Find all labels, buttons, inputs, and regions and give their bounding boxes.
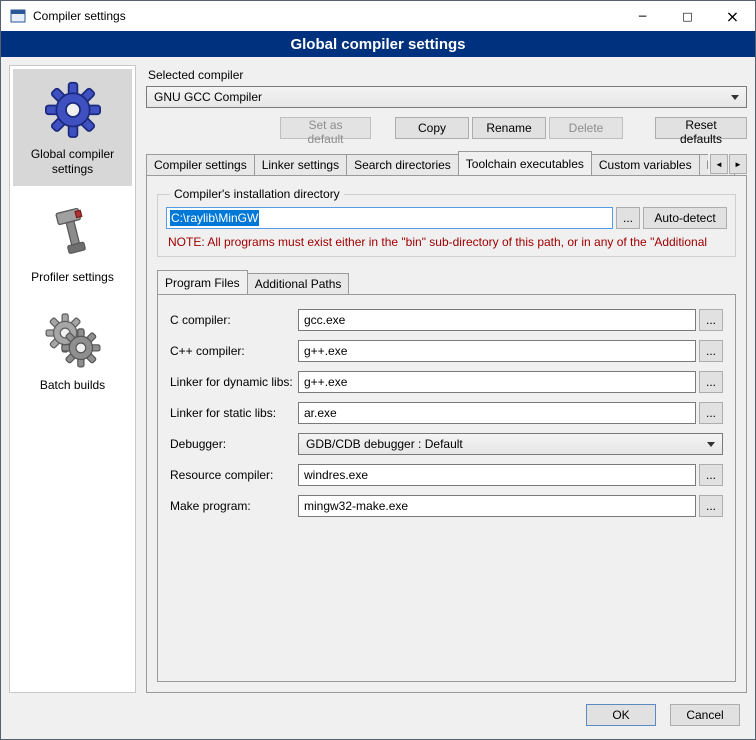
field-label: C compiler: — [170, 313, 298, 327]
install-dir-browse-button[interactable]: ... — [616, 207, 640, 229]
chevron-down-icon — [707, 442, 715, 447]
form-row-make-program: Make program: ... — [170, 495, 723, 517]
form-row-cpp-compiler: C++ compiler: ... — [170, 340, 723, 362]
toolchain-executables-panel: Compiler's installation directory C:\ray… — [146, 175, 747, 693]
static-linker-browse-button[interactable]: ... — [699, 402, 723, 424]
field-label: Linker for static libs: — [170, 406, 298, 420]
tab-compiler-settings[interactable]: Compiler settings — [146, 154, 255, 175]
dialog-footer: OK Cancel — [1, 699, 755, 739]
field-label: Debugger: — [170, 437, 298, 451]
ok-button[interactable]: OK — [586, 704, 656, 726]
compiler-buttons-row: Set as default Copy Rename Delete Reset … — [146, 117, 747, 139]
resource-compiler-input[interactable] — [298, 464, 696, 486]
install-dir-input[interactable]: C:\raylib\MinGW — [166, 207, 613, 229]
settings-sidebar: Global compiler settings Profiler settin… — [9, 65, 136, 693]
sidebar-item-label: Batch builds — [40, 378, 105, 393]
tab-custom-variables[interactable]: Custom variables — [591, 154, 700, 175]
form-row-c-compiler: C compiler: ... — [170, 309, 723, 331]
tab-scroll-right-icon[interactable]: ► — [729, 154, 747, 174]
debugger-select-value: GDB/CDB debugger : Default — [306, 437, 463, 451]
minimize-icon[interactable]: − — [620, 1, 665, 31]
sidebar-item-batch-builds[interactable]: Batch builds — [13, 300, 132, 402]
make-program-browse-button[interactable]: ... — [699, 495, 723, 517]
dynamic-linker-browse-button[interactable]: ... — [699, 371, 723, 393]
set-as-default-button: Set as default — [280, 117, 371, 139]
settings-tabbar: Compiler settings Linker settings Search… — [146, 150, 747, 175]
rename-button[interactable]: Rename — [472, 117, 546, 139]
autodetect-button[interactable]: Auto-detect — [643, 207, 727, 229]
subtab-additional-paths[interactable]: Additional Paths — [247, 273, 350, 294]
profiler-icon — [45, 203, 101, 261]
page-title: Global compiler settings — [1, 31, 755, 57]
batch-gears-icon — [45, 311, 101, 369]
program-files-tabbar: Program Files Additional Paths — [157, 269, 736, 294]
window-controls: − □ × — [620, 1, 755, 31]
delete-button: Delete — [549, 117, 623, 139]
c-compiler-browse-button[interactable]: ... — [699, 309, 723, 331]
cancel-button[interactable]: Cancel — [670, 704, 740, 726]
debugger-select[interactable]: GDB/CDB debugger : Default — [298, 433, 723, 455]
c-compiler-input[interactable] — [298, 309, 696, 331]
tab-scroll-controls: ◄ ► — [708, 154, 747, 174]
chevron-down-icon — [731, 95, 739, 100]
field-label: Resource compiler: — [170, 468, 298, 482]
cpp-compiler-input[interactable] — [298, 340, 696, 362]
copy-button[interactable]: Copy — [395, 117, 469, 139]
tab-toolchain-executables[interactable]: Toolchain executables — [458, 151, 592, 175]
selected-compiler-label: Selected compiler — [148, 68, 747, 82]
dynamic-linker-input[interactable] — [298, 371, 696, 393]
install-dir-selected-text: C:\raylib\MinGW — [170, 210, 259, 226]
gear-icon — [45, 80, 101, 138]
resource-compiler-browse-button[interactable]: ... — [699, 464, 723, 486]
window-icon — [10, 8, 26, 24]
form-row-resource-compiler: Resource compiler: ... — [170, 464, 723, 486]
reset-defaults-button[interactable]: Reset defaults — [655, 117, 747, 139]
program-files-panel: C compiler: ... C++ compiler: ... Linker… — [157, 294, 736, 682]
tab-linker-settings[interactable]: Linker settings — [254, 154, 347, 175]
close-icon[interactable]: × — [710, 1, 755, 31]
main-panel: Selected compiler GNU GCC Compiler Set a… — [146, 65, 747, 693]
form-row-debugger: Debugger: GDB/CDB debugger : Default — [170, 433, 723, 455]
tab-search-directories[interactable]: Search directories — [346, 154, 459, 175]
compiler-select-value: GNU GCC Compiler — [154, 90, 262, 104]
cpp-compiler-browse-button[interactable]: ... — [699, 340, 723, 362]
sidebar-item-global-compiler-settings[interactable]: Global compiler settings — [13, 69, 132, 186]
sidebar-item-label: Profiler settings — [31, 270, 114, 285]
static-linker-input[interactable] — [298, 402, 696, 424]
installation-directory-groupbox: Compiler's installation directory C:\ray… — [157, 187, 736, 257]
maximize-icon[interactable]: □ — [665, 1, 710, 31]
window-title: Compiler settings — [33, 9, 126, 23]
subtab-program-files[interactable]: Program Files — [157, 270, 248, 294]
form-row-static-linker: Linker for static libs: ... — [170, 402, 723, 424]
compiler-settings-window: Compiler settings − □ × Global compiler … — [0, 0, 756, 740]
sidebar-item-profiler-settings[interactable]: Profiler settings — [13, 192, 132, 294]
programs-note-text: NOTE: All programs must exist either in … — [168, 235, 725, 249]
tab-scroll-left-icon[interactable]: ◄ — [710, 154, 728, 174]
dialog-content: Global compiler settings Profiler settin… — [1, 57, 755, 699]
installation-directory-label: Compiler's installation directory — [170, 187, 344, 201]
field-label: C++ compiler: — [170, 344, 298, 358]
form-row-dynamic-linker: Linker for dynamic libs: ... — [170, 371, 723, 393]
compiler-select[interactable]: GNU GCC Compiler — [146, 86, 747, 108]
sidebar-item-label: Global compiler settings — [16, 147, 129, 177]
field-label: Linker for dynamic libs: — [170, 375, 298, 389]
make-program-input[interactable] — [298, 495, 696, 517]
titlebar: Compiler settings − □ × — [1, 1, 755, 31]
field-label: Make program: — [170, 499, 298, 513]
installation-directory-row: C:\raylib\MinGW ... Auto-detect — [166, 207, 727, 229]
